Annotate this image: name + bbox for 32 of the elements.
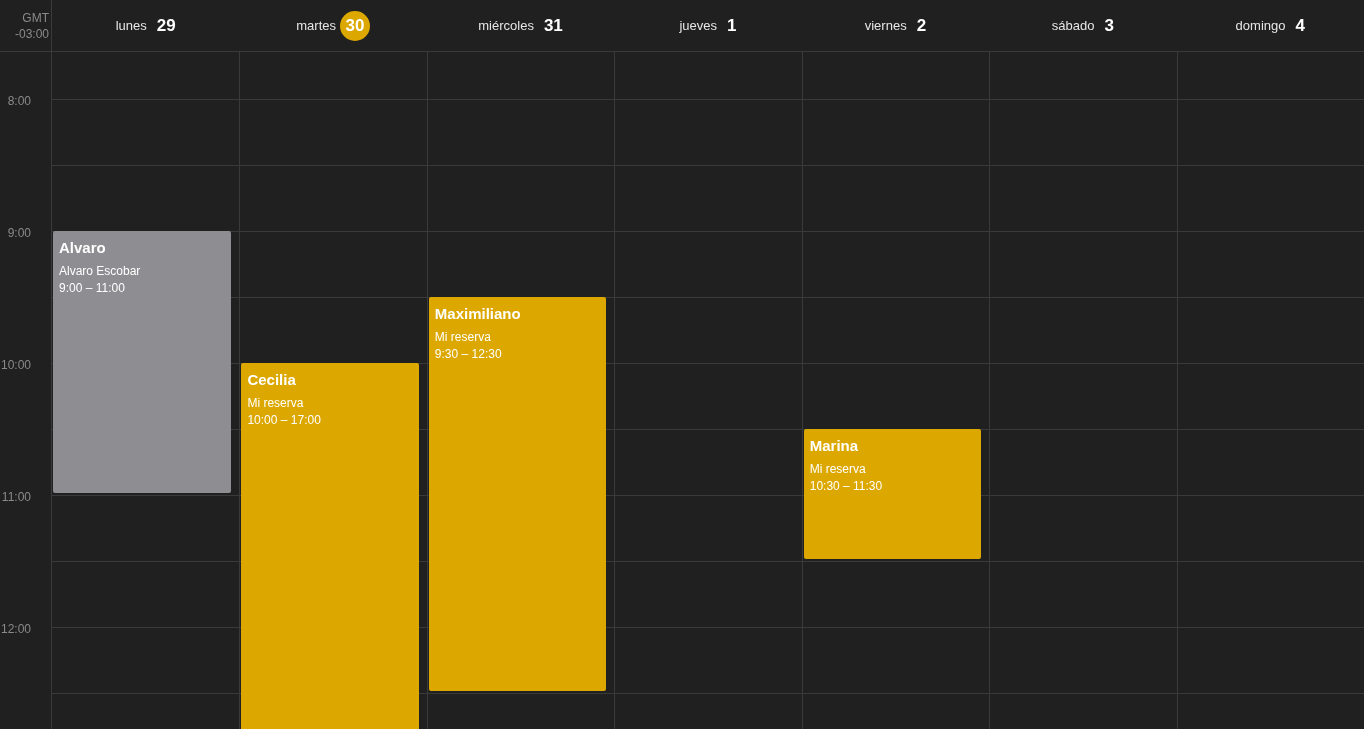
day-number[interactable]: 29 bbox=[156, 12, 176, 39]
day-name: viernes bbox=[864, 16, 907, 35]
event-subtitle: Mi reserva bbox=[809, 461, 867, 478]
day-name: sábado bbox=[1051, 16, 1095, 35]
event-time: 10:30 – 11:30 bbox=[809, 478, 884, 495]
hour-label: 9:00 bbox=[7, 226, 31, 240]
event-subtitle: Mi reserva bbox=[434, 329, 492, 346]
day-name: martes bbox=[296, 16, 336, 35]
event-subtitle: Alvaro Escobar bbox=[59, 263, 142, 280]
event-title: Maximiliano bbox=[434, 305, 522, 323]
day-name: lunes bbox=[115, 16, 147, 35]
event-time: 9:00 – 11:00 bbox=[59, 280, 126, 297]
day-number[interactable]: 1 bbox=[727, 12, 737, 39]
hour-label: 10:00 bbox=[0, 358, 31, 372]
hour-label: 8:00 bbox=[7, 94, 31, 108]
event-time: 9:30 – 12:30 bbox=[434, 346, 503, 363]
event-time: 10:00 – 17:00 bbox=[247, 412, 322, 429]
event-title: Marina bbox=[809, 437, 860, 455]
day-number[interactable]: 3 bbox=[1104, 12, 1114, 39]
timezone-label: -03:00 bbox=[14, 25, 49, 42]
event-subtitle: Mi reserva bbox=[247, 395, 305, 412]
hour-label: 11:00 bbox=[1, 490, 31, 504]
day-number[interactable]: 2 bbox=[916, 12, 927, 39]
day-number[interactable]: 31 bbox=[543, 12, 563, 39]
day-number[interactable]: 4 bbox=[1295, 12, 1305, 39]
day-name: domingo bbox=[1235, 16, 1286, 35]
event-title: Cecilia bbox=[247, 371, 297, 389]
timezone-label: GMT bbox=[22, 9, 49, 26]
hour-label: 12:00 bbox=[0, 622, 31, 636]
day-name: miércoles bbox=[478, 16, 534, 35]
event-title: Alvaro bbox=[59, 239, 107, 257]
day-name: jueves bbox=[679, 16, 718, 35]
